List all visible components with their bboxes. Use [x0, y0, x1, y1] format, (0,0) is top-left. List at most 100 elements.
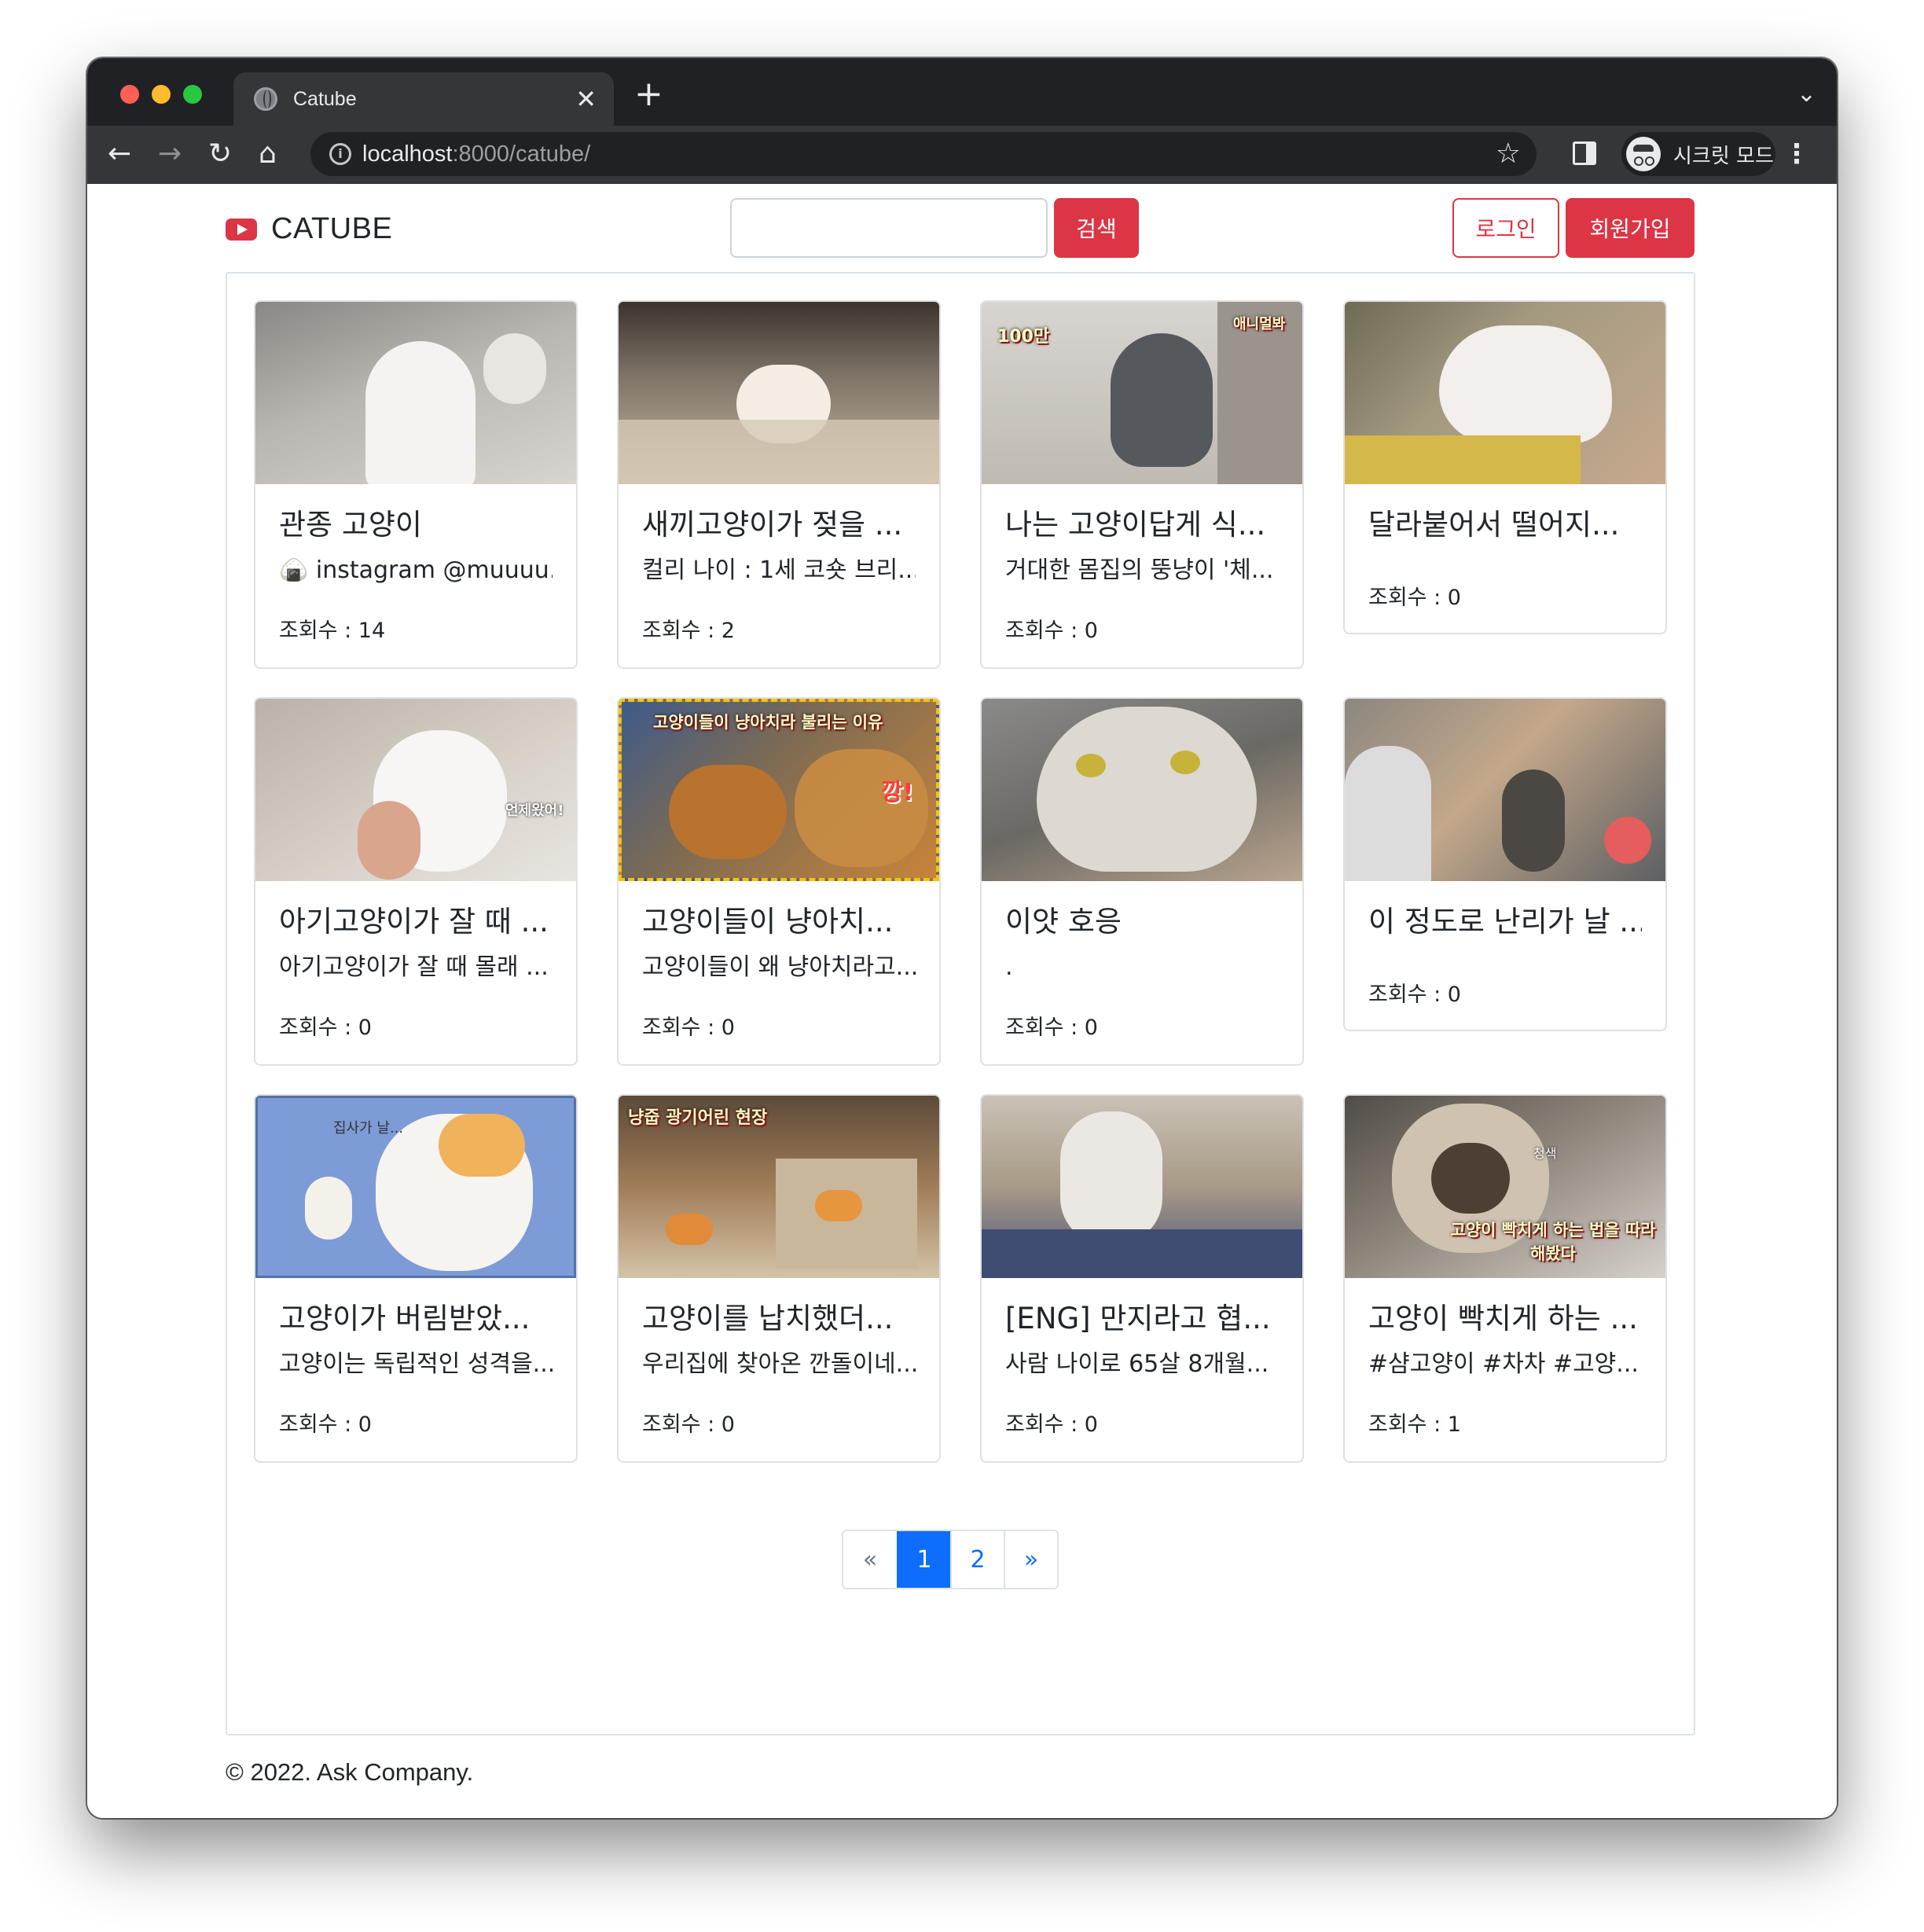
- home-icon[interactable]: ⌂: [259, 137, 277, 171]
- video-thumbnail[interactable]: [619, 302, 939, 484]
- view-count: 조회수 : 0: [279, 1016, 372, 1040]
- video-thumbnail[interactable]: 100만 애니멀봐: [982, 302, 1302, 484]
- view-count: 조회수 : 0: [1368, 586, 1461, 610]
- minimize-window-button[interactable]: [152, 85, 171, 104]
- video-description: 컬리 나이 : 1세 코숏 브리...: [642, 556, 916, 584]
- star-icon[interactable]: ☆: [1496, 137, 1521, 171]
- maximize-window-button[interactable]: [183, 85, 202, 104]
- browser-toolbar: ← → ↻ ⌂ i localhost:8000/catube/ ☆ 시크릿 모…: [87, 126, 1837, 184]
- video-thumbnail[interactable]: [1345, 302, 1665, 484]
- video-card[interactable]: 이 정도로 난리가 날 ... 조회수 : 0: [1343, 697, 1667, 1031]
- video-title[interactable]: 고양이를 납치했더...: [642, 1300, 916, 1338]
- video-description: 거대한 몸집의 뚱냥이 '체...: [1005, 556, 1274, 584]
- url-host: localhost: [362, 141, 453, 167]
- pagination: « 1 2 »: [842, 1530, 1059, 1589]
- video-grid: 관종 고양이 🍙 instagram @muuuu... 조회수 : 14 새끼…: [254, 300, 1667, 1463]
- video-thumbnail[interactable]: 고양이 빡치게 하는 법을 따라해봤다 청색: [1345, 1096, 1665, 1278]
- video-card[interactable]: 고양이들이 냥아치라 불리는 이유 깡! 고양이들이 냥아치... 고양이들이 …: [617, 697, 941, 1066]
- new-tab-button[interactable]: +: [634, 77, 663, 112]
- video-title[interactable]: 고양이 빡치게 하는 ...: [1368, 1300, 1642, 1338]
- video-title[interactable]: 달라붙어서 떨어지...: [1368, 506, 1642, 544]
- view-count: 조회수 : 0: [279, 1412, 372, 1437]
- side-panel-icon[interactable]: [1573, 141, 1596, 165]
- url-text[interactable]: localhost:8000/catube/: [362, 141, 590, 167]
- video-card[interactable]: 관종 고양이 🍙 instagram @muuuu... 조회수 : 14: [254, 300, 578, 669]
- video-description: 사람 나이로 65살 8개월...: [1005, 1350, 1269, 1378]
- video-title[interactable]: 이 정도로 난리가 날 ...: [1368, 903, 1642, 941]
- video-card[interactable]: 고양이 빡치게 하는 법을 따라해봤다 청색 고양이 빡치게 하는 ... #샴…: [1343, 1094, 1667, 1463]
- tab-search-chevron-icon[interactable]: ⌄: [1797, 80, 1816, 108]
- video-card[interactable]: 달라붙어서 떨어지... 조회수 : 0: [1343, 300, 1667, 634]
- video-thumbnail[interactable]: [1345, 699, 1665, 881]
- video-thumbnail[interactable]: [982, 699, 1302, 881]
- video-title[interactable]: 관종 고양이: [279, 506, 553, 544]
- thumbnail-caption: 언제왔어!: [505, 803, 564, 819]
- video-card[interactable]: 냥줍 광기어린 현장 고양이를 납치했더... 우리집에 찾아온 깐돌이네...…: [617, 1094, 941, 1463]
- thumbnail-caption: 100만: [997, 327, 1050, 347]
- close-tab-icon[interactable]: ✕: [575, 85, 597, 113]
- video-thumbnail[interactable]: [255, 302, 576, 484]
- back-arrow-icon[interactable]: ←: [108, 137, 131, 171]
- video-list-container: 관종 고양이 🍙 instagram @muuuu... 조회수 : 14 새끼…: [226, 272, 1695, 1735]
- view-count: 조회수 : 0: [642, 1412, 735, 1437]
- video-title[interactable]: [ENG] 만지라고 협...: [1005, 1300, 1279, 1338]
- view-count: 조회수 : 0: [1005, 1412, 1098, 1437]
- incognito-icon: [1626, 137, 1661, 171]
- brand-link[interactable]: CATUBE: [226, 212, 392, 246]
- reload-icon[interactable]: ↻: [208, 137, 232, 171]
- page-prev-link[interactable]: «: [843, 1531, 897, 1588]
- thumbnail-caption: 집사가 날...: [333, 1120, 404, 1137]
- video-title[interactable]: 아기고양이가 잘 때 ...: [279, 903, 553, 941]
- view-count: 조회수 : 0: [1005, 619, 1098, 643]
- play-logo-icon: [226, 218, 257, 241]
- video-thumbnail[interactable]: 집사가 날...: [255, 1096, 576, 1278]
- page-link-2[interactable]: 2: [950, 1531, 1004, 1588]
- video-description: .: [1005, 953, 1013, 981]
- video-thumbnail[interactable]: 언제왔어!: [255, 699, 576, 881]
- more-vert-icon[interactable]: ⋮: [1783, 138, 1810, 170]
- thumbnail-caption: 고양이들이 냥아치라 불리는 이유: [653, 713, 883, 732]
- tab-title: Catube: [293, 87, 357, 110]
- video-title[interactable]: 새끼고양이가 젖을 ...: [642, 506, 916, 544]
- close-window-button[interactable]: [120, 85, 139, 104]
- brand-name: CATUBE: [271, 212, 393, 245]
- thumbnail-caption: 냥줍 광기어린 현장: [628, 1108, 768, 1128]
- tab-strip: Catube ✕ + ⌄: [87, 58, 1837, 126]
- video-description: 고양이는 독립적인 성격을...: [279, 1350, 553, 1378]
- video-card[interactable]: 집사가 날... 고양이가 버림받았... 고양이는 독립적인 성격을... 조…: [254, 1094, 578, 1463]
- video-thumbnail[interactable]: [982, 1096, 1302, 1278]
- view-count: 조회수 : 14: [279, 619, 386, 643]
- view-count: 조회수 : 0: [1368, 983, 1461, 1007]
- address-bar[interactable]: i localhost:8000/catube/ ☆: [310, 132, 1537, 176]
- view-count: 조회수 : 1: [1368, 1412, 1461, 1437]
- search-input[interactable]: [730, 198, 1048, 258]
- browser-tab-catube[interactable]: Catube ✕: [233, 72, 614, 126]
- video-title[interactable]: 고양이가 버림받았...: [279, 1300, 553, 1338]
- video-title[interactable]: 나는 고양이답게 식...: [1005, 506, 1279, 544]
- view-count: 조회수 : 0: [1005, 1016, 1098, 1040]
- video-card[interactable]: 언제왔어! 아기고양이가 잘 때 ... 아기고양이가 잘 때 몰래 ... 조…: [254, 697, 578, 1066]
- video-title[interactable]: 고양이들이 냥아치...: [642, 903, 916, 941]
- forward-arrow-icon[interactable]: →: [158, 137, 182, 171]
- search-button[interactable]: 검색: [1054, 198, 1139, 258]
- page-link-1[interactable]: 1: [897, 1531, 950, 1588]
- video-card[interactable]: 100만 애니멀봐 나는 고양이답게 식... 거대한 몸집의 뚱냥이 '체..…: [980, 300, 1304, 669]
- view-count: 조회수 : 0: [642, 1016, 735, 1040]
- video-thumbnail[interactable]: 냥줍 광기어린 현장: [619, 1096, 939, 1278]
- video-card[interactable]: 새끼고양이가 젖을 ... 컬리 나이 : 1세 코숏 브리... 조회수 : …: [617, 300, 941, 669]
- thumbnail-caption: 애니멀봐: [1233, 316, 1286, 332]
- video-card[interactable]: [ENG] 만지라고 협... 사람 나이로 65살 8개월... 조회수 : …: [980, 1094, 1304, 1463]
- video-description: 아기고양이가 잘 때 몰래 ...: [279, 953, 549, 981]
- signup-button[interactable]: 회원가입: [1566, 198, 1695, 258]
- login-button[interactable]: 로그인: [1452, 198, 1559, 258]
- video-title[interactable]: 이얏 호응: [1005, 903, 1279, 941]
- video-description: 🍙 instagram @muuuu...: [279, 556, 553, 584]
- url-path: :8000/catube/: [452, 141, 591, 167]
- video-card[interactable]: 이얏 호응 . 조회수 : 0: [980, 697, 1304, 1066]
- incognito-badge[interactable]: 시크릿 모드: [1621, 132, 1775, 176]
- browser-window: Catube ✕ + ⌄ ← → ↻ ⌂ i localhost:8000/ca…: [87, 58, 1837, 1818]
- info-icon[interactable]: i: [329, 143, 351, 165]
- video-thumbnail[interactable]: 고양이들이 냥아치라 불리는 이유 깡!: [619, 699, 939, 881]
- page-viewport: CATUBE 검색 로그인 회원가입 관종 고양이 🍙 instagram @m…: [87, 184, 1837, 1818]
- page-next-link[interactable]: »: [1004, 1531, 1057, 1588]
